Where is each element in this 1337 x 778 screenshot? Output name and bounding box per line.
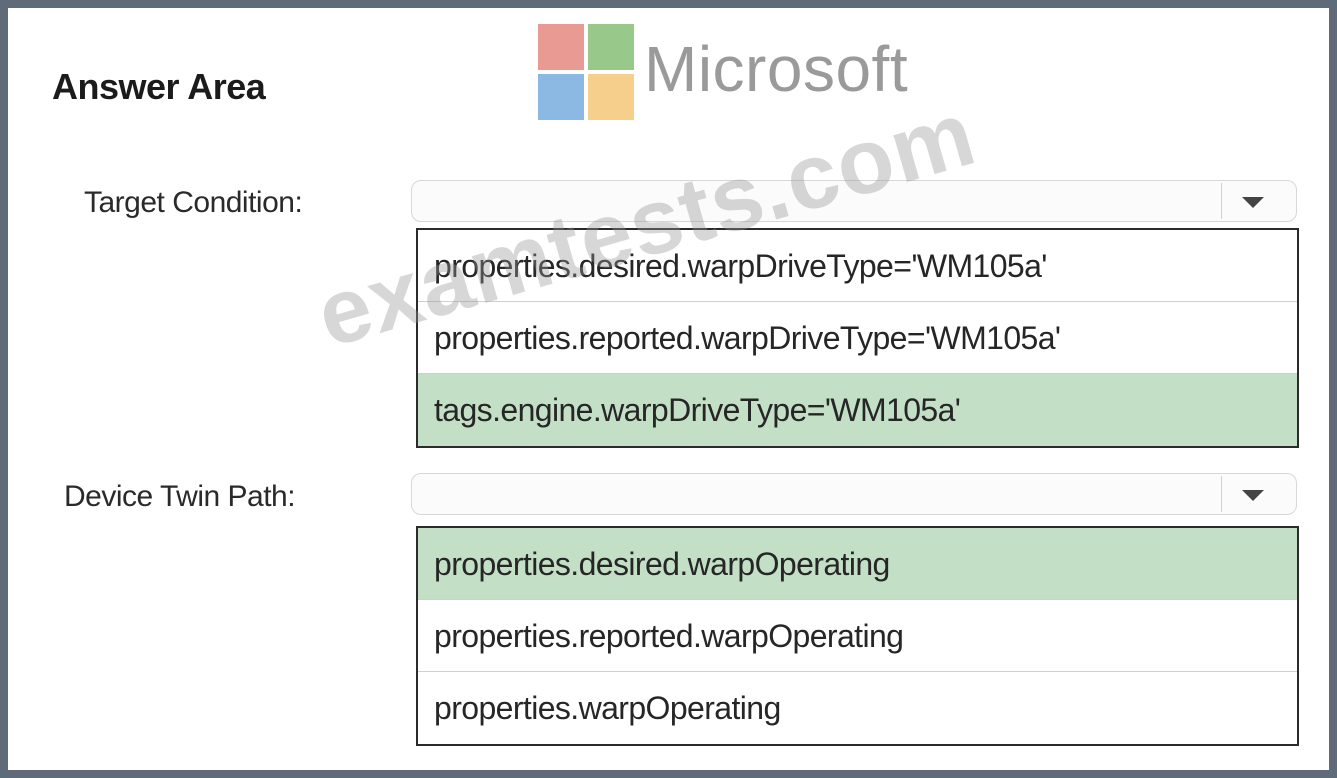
device-twin-path-label: Device Twin Path:	[64, 480, 296, 513]
target-condition-select[interactable]	[411, 180, 1297, 222]
device-twin-path-option[interactable]: properties.warpOperating	[418, 672, 1297, 744]
logo-yellow-square	[588, 74, 634, 120]
target-condition-options: properties.desired.warpDriveType='WM105a…	[416, 228, 1299, 448]
device-twin-path-options: properties.desired.warpOperating propert…	[416, 526, 1299, 746]
chevron-down-icon[interactable]	[1242, 490, 1264, 501]
device-twin-path-option-selected[interactable]: properties.desired.warpOperating	[418, 528, 1297, 600]
select-divider	[1221, 476, 1222, 512]
target-condition-option[interactable]: properties.desired.warpDriveType='WM105a…	[418, 230, 1297, 302]
answer-area-title: Answer Area	[52, 66, 266, 107]
logo-blue-square	[538, 74, 584, 120]
target-condition-option[interactable]: properties.reported.warpDriveType='WM105…	[418, 302, 1297, 374]
chevron-down-icon[interactable]	[1242, 197, 1264, 208]
target-condition-label: Target Condition:	[84, 186, 303, 219]
microsoft-logo-icon	[538, 24, 634, 120]
logo-green-square	[588, 24, 634, 70]
answer-area-panel: Answer Area Microsoft Target Condition: …	[8, 8, 1329, 770]
select-divider	[1221, 183, 1222, 219]
target-condition-option-selected[interactable]: tags.engine.warpDriveType='WM105a'	[418, 374, 1297, 446]
microsoft-wordmark: Microsoft	[644, 33, 909, 105]
logo-red-square	[538, 24, 584, 70]
device-twin-path-select[interactable]	[411, 473, 1297, 515]
device-twin-path-option[interactable]: properties.reported.warpOperating	[418, 600, 1297, 672]
